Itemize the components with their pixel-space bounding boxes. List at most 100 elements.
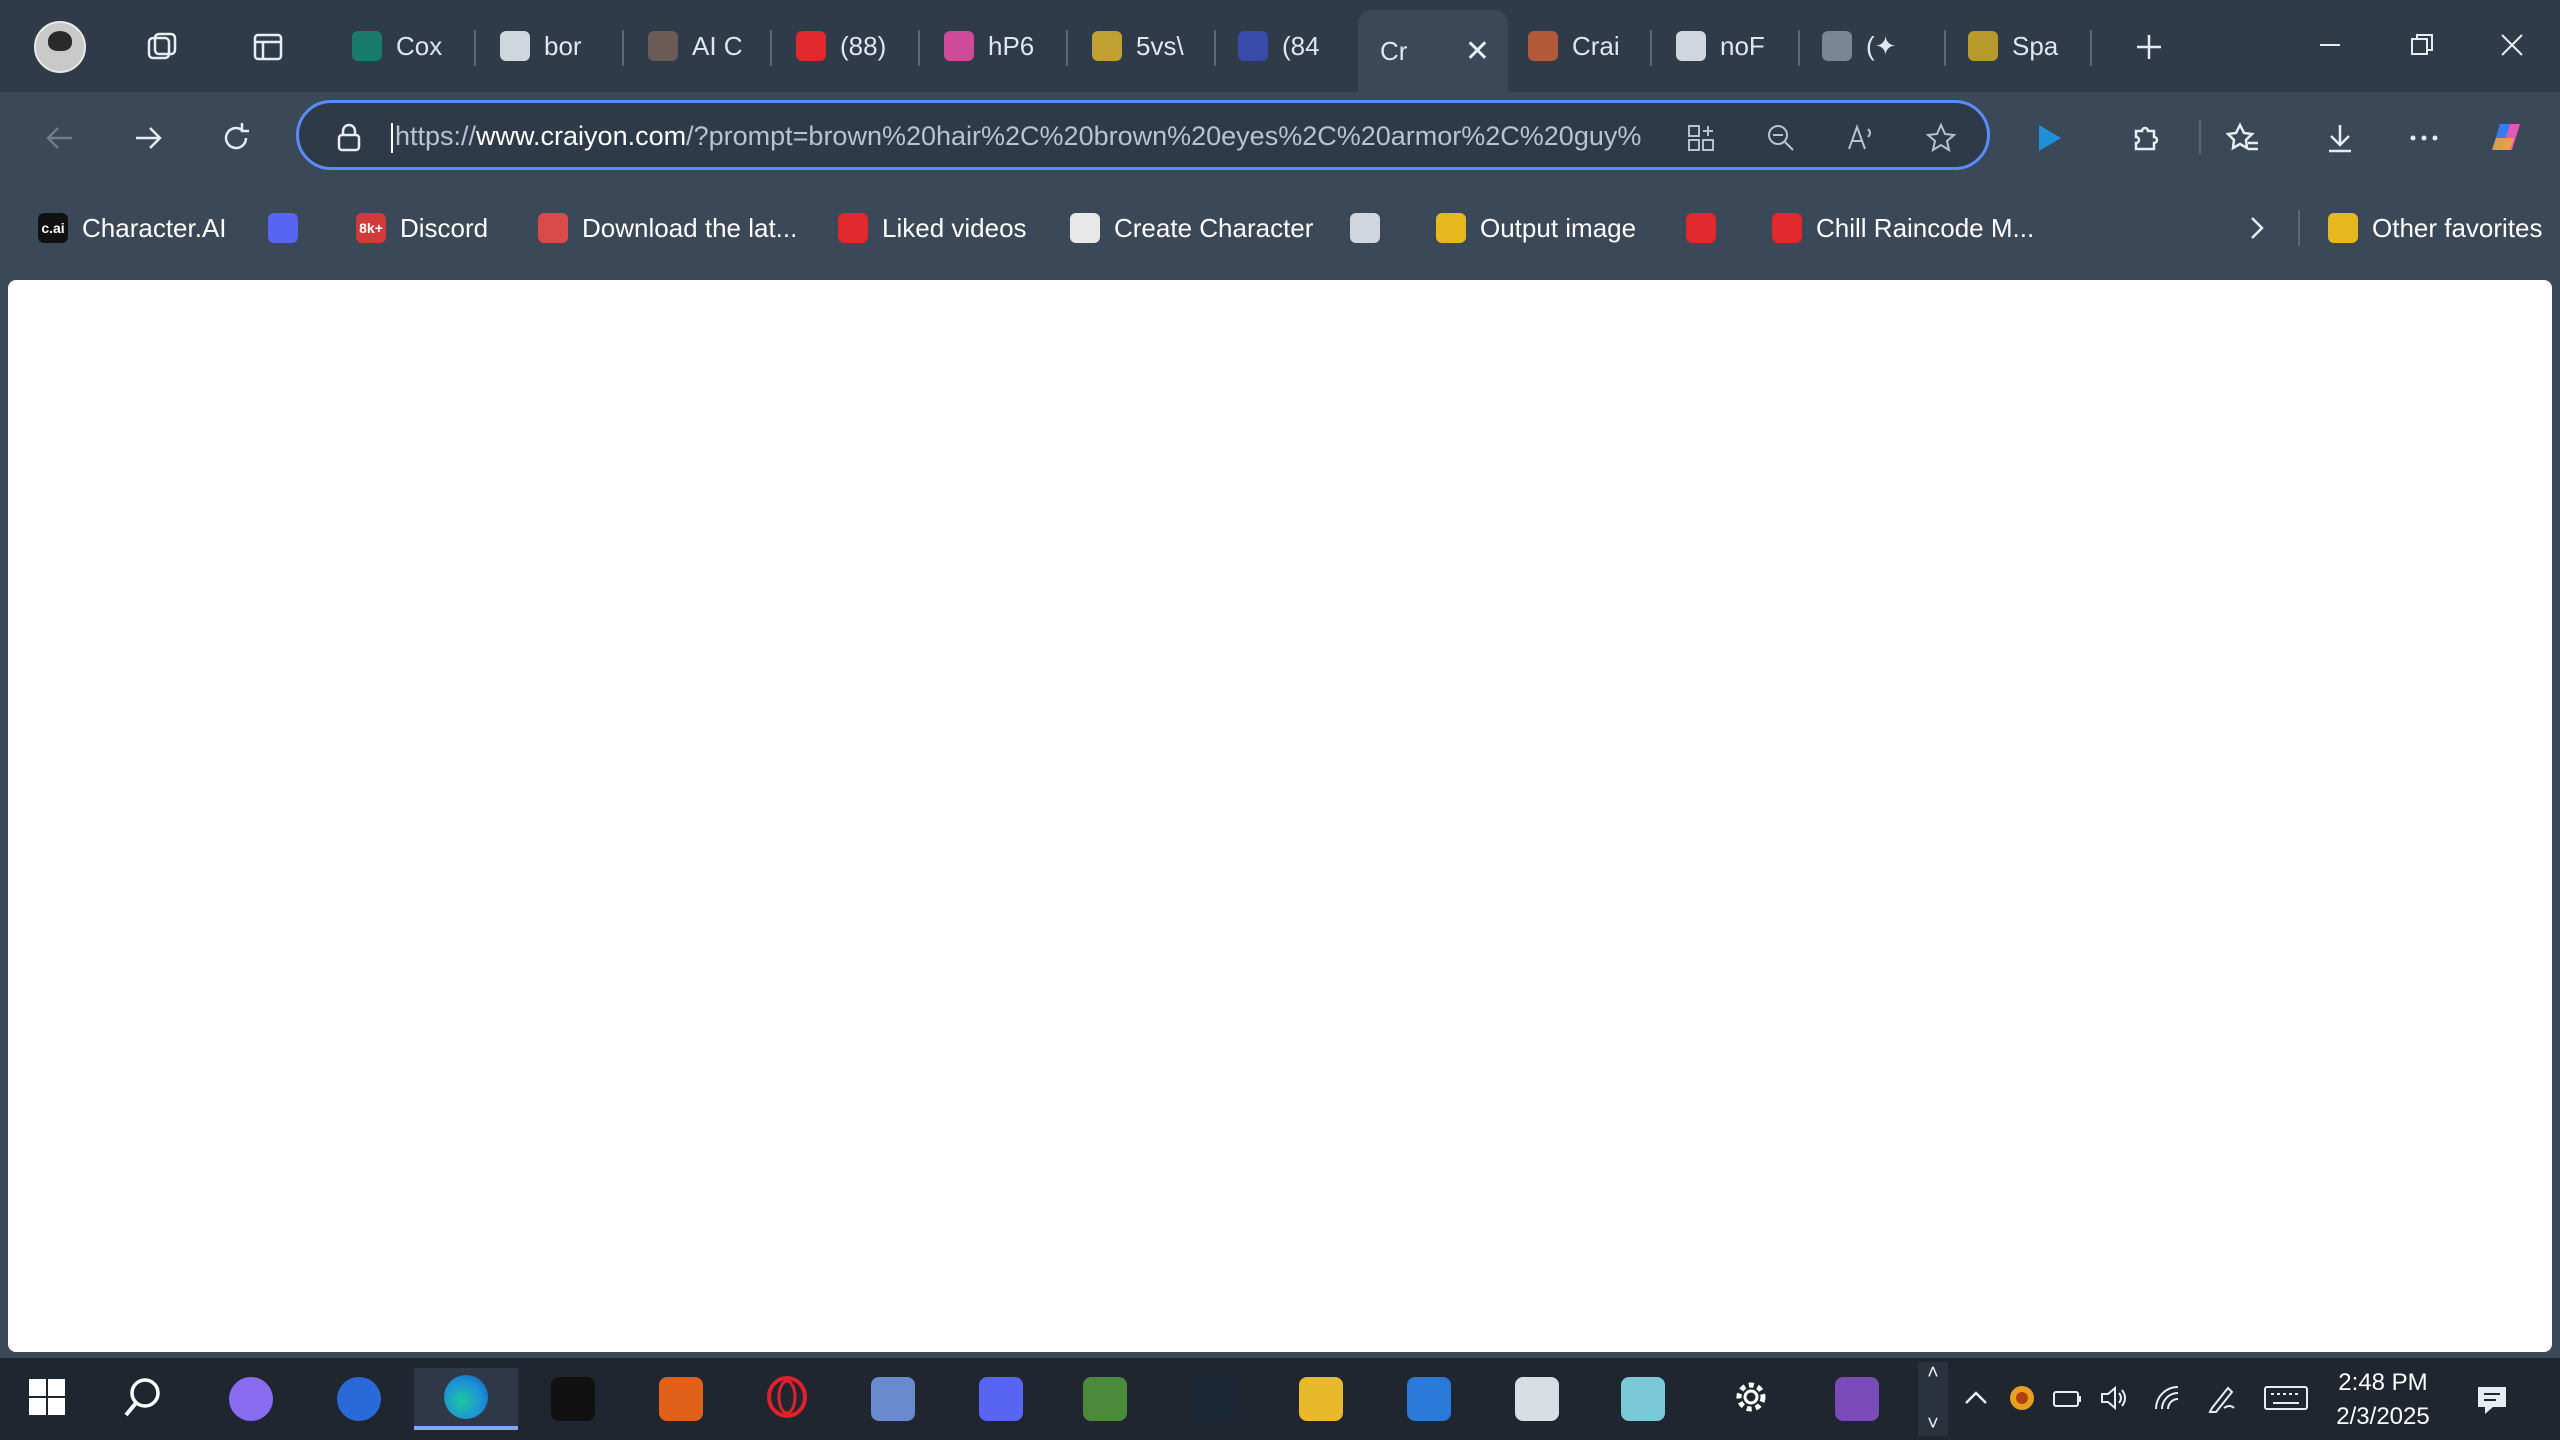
favorites-icon[interactable] [2215, 110, 2271, 166]
taskbar-tiktok-button[interactable] [542, 1368, 604, 1430]
store-icon [538, 213, 568, 243]
browser-tab[interactable]: Cr ✕ [1358, 10, 1508, 92]
favorite-item[interactable]: Chill Raincode M... [1772, 206, 2034, 250]
copilot-icon [229, 1377, 273, 1421]
taskbar-paint-button[interactable] [862, 1368, 924, 1430]
favorite-item[interactable]: Download the lat... [538, 206, 797, 250]
keyboard-icon[interactable] [2262, 1380, 2310, 1416]
taskbar-game-avatar-button[interactable] [1826, 1368, 1888, 1430]
zoom-out-icon[interactable] [1759, 116, 1803, 160]
downloads-icon[interactable] [2312, 110, 2368, 166]
app-cyan-icon [1621, 1377, 1665, 1421]
taskbar-app-cyan-button[interactable] [1612, 1368, 1674, 1430]
browser-tab[interactable]: Crai [1506, 10, 1652, 82]
favorite-item[interactable]: 8k+ Discord [356, 206, 488, 250]
workspaces-icon[interactable] [137, 22, 187, 72]
favorite-item[interactable]: Create Character [1070, 206, 1313, 250]
clock[interactable]: 2:48 PM 2/3/2025 [2318, 1366, 2448, 1434]
notifications-icon[interactable] [2470, 1378, 2514, 1422]
restore-button[interactable] [2392, 20, 2452, 70]
taskbar-steam-button[interactable] [1182, 1368, 1244, 1430]
tab-favicon-icon [352, 31, 382, 61]
taskbar-search-button[interactable] [112, 1368, 174, 1430]
taskbar-app-orange-button[interactable] [650, 1368, 712, 1430]
taskbar-opera-button[interactable] [756, 1368, 818, 1430]
battery-icon[interactable] [2050, 1380, 2086, 1416]
security-tray-icon[interactable] [2004, 1380, 2040, 1416]
favorite-item[interactable] [268, 206, 298, 250]
taskbar-edge-button[interactable] [414, 1368, 518, 1430]
browser-tab[interactable]: (84 [1216, 10, 1362, 82]
tab-label: noF [1720, 30, 1765, 61]
browser-tab[interactable]: (✦ [1800, 10, 1946, 82]
favorite-item[interactable]: Output image [1436, 206, 1636, 250]
app-orange-icon [659, 1377, 703, 1421]
show-hidden-icons-icon[interactable] [1958, 1380, 1994, 1416]
tab-separator [622, 30, 624, 66]
tab-favicon-icon [796, 31, 826, 61]
taskbar-firefox-button[interactable] [328, 1368, 390, 1430]
discord-icon [979, 1377, 1023, 1421]
page-content[interactable] [8, 280, 2552, 1352]
pen-icon[interactable] [2204, 1380, 2240, 1416]
address-bar[interactable]: https://www.craiyon.com/?prompt=brown%20… [296, 100, 1990, 170]
browser-tab[interactable]: Cox [330, 10, 476, 82]
taskbar-settings-button[interactable] [1720, 1368, 1782, 1430]
favorite-label: Character.AI [82, 212, 227, 243]
browser-tab[interactable]: bor [478, 10, 624, 82]
play-icon[interactable] [2021, 110, 2077, 166]
wifi-icon[interactable] [2150, 1380, 2186, 1416]
favorite-item[interactable] [1686, 206, 1716, 250]
new-tab-button[interactable] [2124, 22, 2174, 72]
profile-avatar[interactable] [34, 21, 86, 73]
read-aloud-icon[interactable] [1839, 116, 1883, 160]
other-favorites-folder[interactable]: Other favorites [2328, 206, 2543, 250]
back-button[interactable] [32, 110, 88, 166]
refresh-button[interactable] [208, 110, 264, 166]
minimize-button[interactable] [2300, 20, 2360, 70]
taskbar-copilot-button[interactable] [220, 1368, 282, 1430]
vertical-tabs-icon[interactable] [243, 22, 293, 72]
copilot-icon[interactable] [2478, 110, 2534, 166]
favorite-item[interactable]: c.ai Character.AI [38, 206, 227, 250]
close-tab-icon[interactable]: ✕ [1465, 34, 1490, 69]
game-avatar-icon [1835, 1377, 1879, 1421]
extensions-icon[interactable] [2117, 110, 2173, 166]
more-menu-icon[interactable] [2396, 110, 2452, 166]
chevron-up-icon[interactable]: ˄ [1927, 1362, 1939, 1385]
settings-icon [1731, 1377, 1771, 1422]
lock-icon[interactable] [327, 116, 371, 160]
app-available-icon[interactable] [1679, 116, 1723, 160]
url-text[interactable]: https://www.craiyon.com/?prompt=brown%20… [391, 121, 1761, 153]
taskbar-discord-button[interactable] [970, 1368, 1032, 1430]
taskbar-file-explorer-button[interactable] [1290, 1368, 1352, 1430]
chevron-down-icon[interactable]: ˅ [1927, 1413, 1939, 1436]
browser-tab[interactable]: noF [1654, 10, 1800, 82]
volume-icon[interactable] [2096, 1380, 2132, 1416]
other-favorites-label: Other favorites [2372, 212, 2543, 243]
favorites-divider [2298, 210, 2300, 246]
browser-tab[interactable]: AI C [626, 10, 772, 82]
browser-tab[interactable]: (88) [774, 10, 920, 82]
close-window-button[interactable] [2482, 20, 2542, 70]
taskbar-minecraft-button[interactable] [1074, 1368, 1136, 1430]
ms-store-icon [1407, 1377, 1451, 1421]
taskbar-ms-store-button[interactable] [1398, 1368, 1460, 1430]
favorite-label: Discord [400, 212, 489, 243]
y-icon [1436, 213, 1466, 243]
taskbar-scroll[interactable]: ˄ ˅ [1918, 1362, 1948, 1436]
favorite-item[interactable]: Liked videos [838, 206, 1027, 250]
favorite-item[interactable] [1350, 206, 1380, 250]
browser-tab[interactable]: Spa [1946, 10, 2092, 82]
taskbar-roblox-button[interactable] [1506, 1368, 1568, 1430]
browser-tab[interactable]: 5vs\ [1070, 10, 1216, 82]
tab-label: Crai [1572, 30, 1620, 61]
forward-button[interactable] [120, 110, 176, 166]
favicon-icon: c.ai [38, 213, 68, 243]
browser-tab[interactable]: hP6 [922, 10, 1068, 82]
taskbar-start-button[interactable] [16, 1368, 78, 1430]
tab-label: bor [544, 30, 582, 61]
favorite-star-icon[interactable] [1919, 116, 1963, 160]
youtube-icon [838, 213, 868, 243]
favorites-overflow-chevron-icon[interactable] [2228, 200, 2284, 256]
